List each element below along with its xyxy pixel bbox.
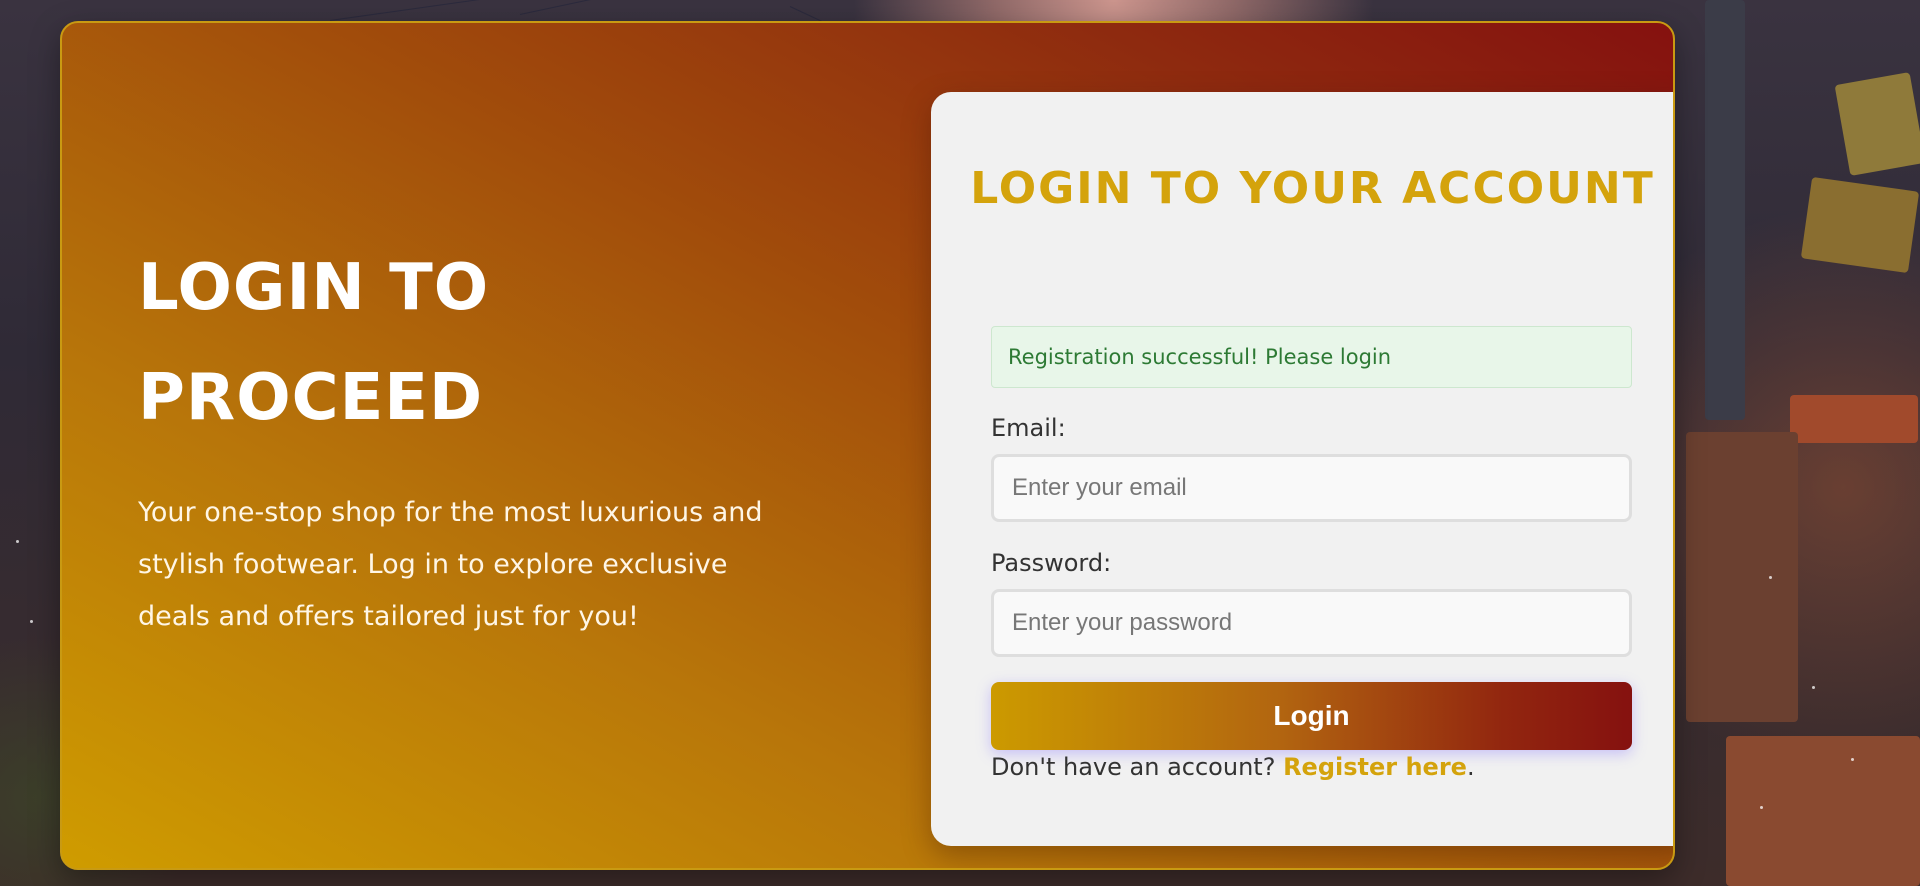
- login-card: LOGIN TO YOUR ACCOUNT Registration succe…: [931, 92, 1673, 846]
- register-prompt: Don't have an account? Register here.: [991, 752, 1475, 782]
- background-sketch-line: [519, 0, 677, 15]
- background-sketch-line: [329, 0, 509, 21]
- background-star: [16, 540, 19, 543]
- hero-heading: LOGIN TO PROCEED: [138, 251, 490, 435]
- password-label: Password:: [991, 549, 1112, 577]
- register-link[interactable]: Register here: [1283, 753, 1467, 781]
- login-button[interactable]: Login: [991, 682, 1632, 750]
- background-book: [1705, 0, 1745, 420]
- background-book: [1726, 736, 1920, 886]
- email-label: Email:: [991, 414, 1066, 442]
- background-book: [1834, 72, 1920, 176]
- email-input[interactable]: [991, 454, 1632, 522]
- background-book: [1800, 176, 1920, 274]
- background-star: [1769, 576, 1772, 579]
- background-star: [1851, 758, 1854, 761]
- login-title: LOGIN TO YOUR ACCOUNT: [970, 163, 1655, 214]
- background-book: [1790, 395, 1918, 443]
- background-star: [30, 620, 33, 623]
- background-star: [1760, 806, 1763, 809]
- hero-panel: LOGIN TO PROCEED Your one-stop shop for …: [60, 21, 1675, 870]
- success-alert: Registration successful! Please login: [991, 326, 1632, 388]
- register-prompt-text: Don't have an account?: [991, 753, 1276, 781]
- background-star: [1812, 686, 1815, 689]
- hero-description: Your one-stop shop for the most luxuriou…: [138, 497, 763, 632]
- password-input[interactable]: [991, 589, 1632, 657]
- background-book: [1686, 432, 1798, 722]
- register-suffix: .: [1466, 753, 1475, 781]
